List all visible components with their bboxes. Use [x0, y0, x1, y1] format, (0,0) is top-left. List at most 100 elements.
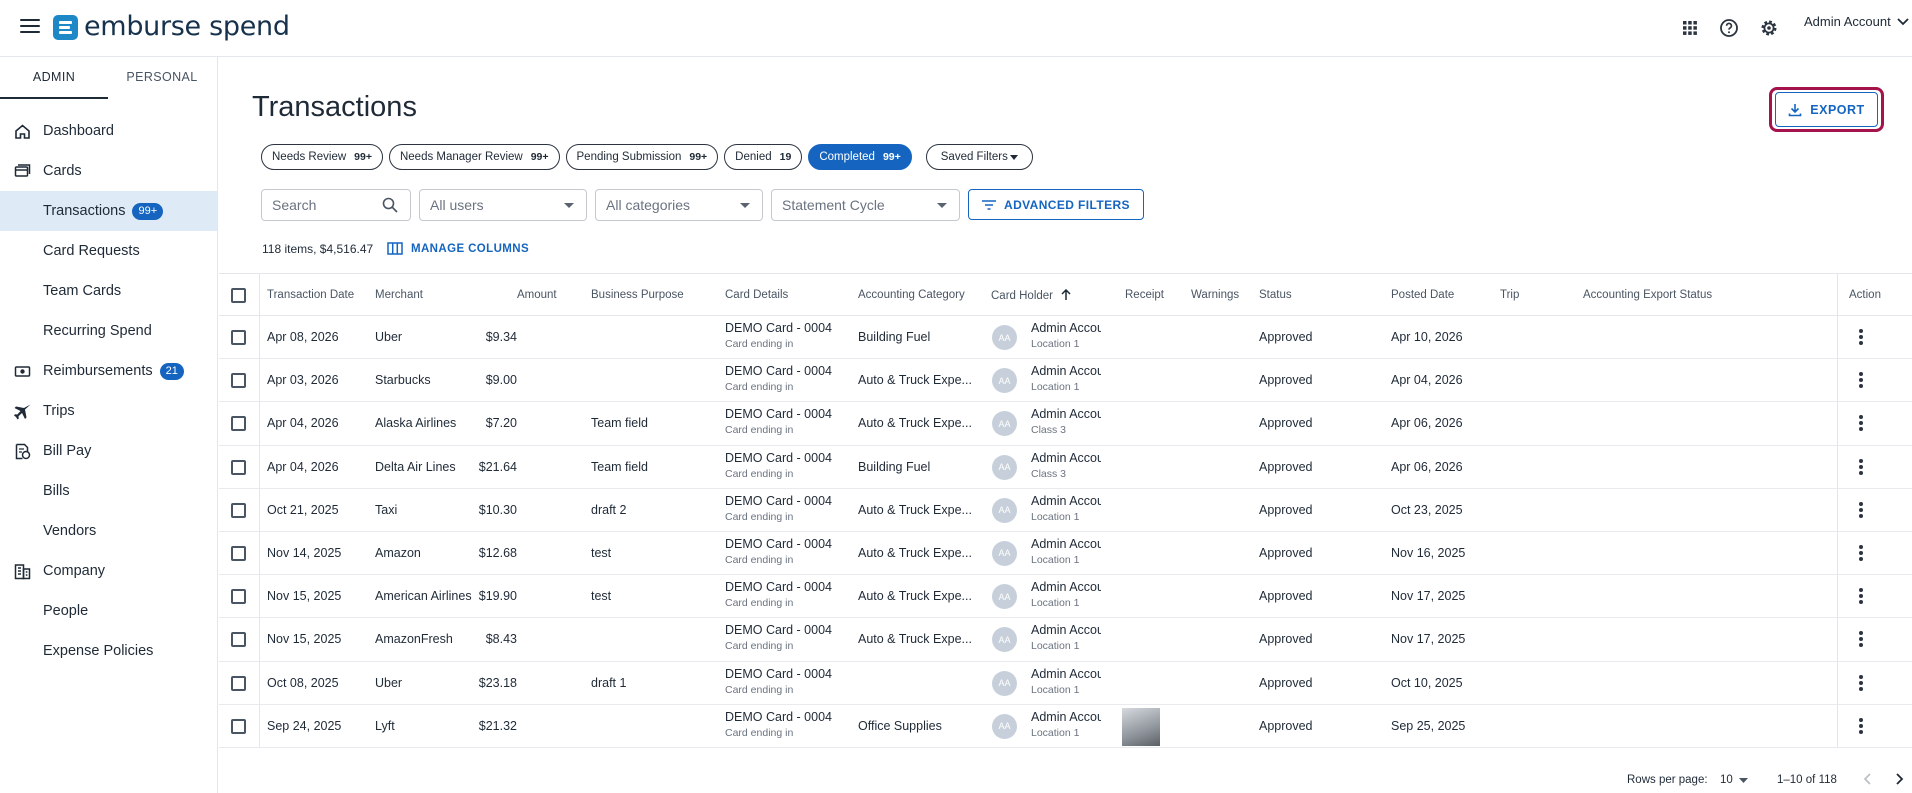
chip-label: Needs Manager Review: [399, 151, 523, 163]
column-divider: [259, 618, 260, 661]
column-header-card-holder[interactable]: Card Holder: [991, 288, 1071, 302]
more-actions-icon[interactable]: [1859, 631, 1863, 648]
chip-count: 99+: [530, 151, 549, 163]
sidebar-item-bill-pay[interactable]: Bill Pay: [0, 431, 217, 471]
row-checkbox[interactable]: [231, 459, 246, 475]
sidebar-item-recurring-spend[interactable]: Recurring Spend: [0, 311, 217, 351]
more-actions-icon[interactable]: [1859, 501, 1863, 518]
receipt-thumbnail[interactable]: [1122, 707, 1160, 746]
chip-needs-manager-review[interactable]: Needs Manager Review 99+: [388, 144, 560, 170]
sidebar-item-vendors[interactable]: Vendors: [0, 511, 217, 551]
row-checkbox[interactable]: [231, 545, 246, 561]
column-header-transaction-date[interactable]: Transaction Date: [267, 289, 354, 301]
more-actions-icon[interactable]: [1859, 717, 1863, 734]
column-header-receipt[interactable]: Receipt: [1125, 289, 1164, 301]
row-checkbox[interactable]: [231, 632, 246, 648]
tab-personal[interactable]: PERSONAL: [108, 57, 216, 99]
sidebar-item-company[interactable]: Company: [0, 551, 217, 591]
sidebar-item-dashboard[interactable]: Dashboard: [0, 111, 217, 151]
cell-business-purpose: Team field: [591, 416, 648, 431]
tab-admin[interactable]: ADMIN: [0, 57, 108, 99]
cell-posted-date: Oct 23, 2025: [1391, 502, 1463, 517]
row-checkbox[interactable]: [231, 330, 246, 345]
sidebar-item-card-requests[interactable]: Card Requests: [0, 231, 217, 271]
sidebar-item-reimbursements[interactable]: Reimbursements 21: [0, 351, 217, 391]
settings-gear-icon[interactable]: [1759, 18, 1779, 38]
column-header-accounting-category[interactable]: Accounting Category: [858, 289, 965, 301]
sidebar-item-team-cards[interactable]: Team Cards: [0, 271, 217, 311]
previous-page-icon[interactable]: [1863, 773, 1873, 785]
categories-select[interactable]: All categories: [595, 189, 763, 221]
more-actions-icon[interactable]: [1859, 415, 1863, 432]
users-select[interactable]: All users: [419, 189, 587, 221]
column-header-warnings[interactable]: Warnings: [1191, 289, 1239, 301]
next-page-icon[interactable]: [1894, 773, 1904, 785]
more-actions-icon[interactable]: [1859, 674, 1863, 691]
column-header-status[interactable]: Status: [1259, 289, 1292, 301]
holder-name: Admin Accour: [1031, 407, 1101, 422]
table-row[interactable]: Apr 03, 2026 Starbucks Auto & Truck Expe..…: [219, 359, 1912, 403]
rows-per-page-select[interactable]: 10: [1716, 770, 1752, 790]
account-name: Admin Account: [1804, 14, 1891, 29]
account-menu[interactable]: Admin Account: [1804, 14, 1909, 29]
table-row[interactable]: Nov 15, 2025 AmazonFresh Auto & Truck Expe…: [219, 618, 1912, 662]
select-all-checkbox[interactable]: [231, 288, 246, 303]
table-row[interactable]: Nov 14, 2025 Amazon test Auto & Truck Expe.…: [219, 531, 1912, 576]
sidebar-item-expense-policies[interactable]: Expense Policies: [0, 631, 217, 671]
more-actions-icon[interactable]: [1859, 588, 1863, 605]
chip-label: Denied: [735, 151, 772, 163]
advanced-filters-button[interactable]: ADVANCED FILTERS: [968, 189, 1144, 220]
row-checkbox[interactable]: [231, 373, 246, 389]
card-name: DEMO Card - 0004: [725, 666, 832, 681]
menu-icon[interactable]: [20, 19, 40, 35]
column-header-accounting-export-status[interactable]: Accounting Export Status: [1583, 289, 1712, 301]
column-header-business-purpose[interactable]: Business Purpose: [591, 289, 684, 301]
chip-completed[interactable]: Completed 99+: [808, 144, 912, 170]
column-header-trip[interactable]: Trip: [1500, 289, 1519, 301]
row-checkbox[interactable]: [231, 589, 246, 605]
column-header-posted-date[interactable]: Posted Date: [1391, 289, 1454, 301]
chip-pending-submission[interactable]: Pending Submission 99+: [565, 144, 719, 170]
row-checkbox[interactable]: [231, 675, 246, 691]
table-row[interactable]: Oct 21, 2025 Taxi draft 2 Auto & Truck Expe…: [219, 488, 1912, 532]
card-name: DEMO Card - 0004: [725, 493, 832, 508]
column-divider: [259, 445, 260, 488]
saved-filters-dropdown[interactable]: Saved Filters: [925, 144, 1033, 170]
chip-denied[interactable]: Denied 19: [724, 144, 803, 170]
sidebar-item-transactions[interactable]: Transactions 99+: [0, 191, 217, 231]
manage-columns-button[interactable]: MANAGE COLUMNS: [387, 242, 529, 255]
sidebar-item-bills[interactable]: Bills: [0, 471, 217, 511]
cell-accounting-category: Auto & Truck Expe...: [858, 416, 972, 431]
statement-cycle-select[interactable]: Statement Cycle: [771, 189, 960, 221]
table-row[interactable]: Sep 24, 2025 Lyft Office Supplies Approved S…: [219, 704, 1912, 748]
sidebar-item-label: Cards: [43, 163, 82, 179]
search-field[interactable]: [261, 189, 411, 221]
search-input[interactable]: [272, 197, 382, 213]
table-row[interactable]: Apr 04, 2026 Delta Air Lines Team field Bui…: [219, 445, 1912, 489]
more-actions-icon[interactable]: [1859, 372, 1863, 389]
table-row[interactable]: Oct 08, 2025 Uber draft 1 Approved Oct 10, 2…: [219, 661, 1912, 705]
row-checkbox[interactable]: [231, 718, 246, 734]
export-button[interactable]: EXPORT: [1775, 92, 1878, 127]
more-actions-icon[interactable]: [1859, 544, 1863, 561]
column-header-card-details[interactable]: Card Details: [725, 289, 788, 301]
chip-needs-review[interactable]: Needs Review 99+: [261, 144, 383, 170]
column-header-merchant[interactable]: Merchant: [375, 289, 423, 301]
table-row[interactable]: Nov 15, 2025 American Airlines test Auto & …: [219, 575, 1912, 619]
more-actions-icon[interactable]: [1859, 458, 1863, 475]
row-checkbox[interactable]: [231, 416, 246, 432]
column-divider: [259, 488, 260, 531]
sidebar-item-people[interactable]: People: [0, 591, 217, 631]
row-checkbox[interactable]: [231, 502, 246, 518]
sidebar-item-cards[interactable]: Cards: [0, 151, 217, 191]
apps-grid-icon[interactable]: [1680, 18, 1700, 38]
cell-card-holder: Admin Accour Location 1: [1031, 364, 1101, 393]
column-header-amount[interactable]: Amount: [517, 289, 557, 301]
card-name: DEMO Card - 0004: [725, 407, 832, 422]
more-actions-icon[interactable]: [1859, 329, 1863, 345]
help-icon[interactable]: [1719, 18, 1739, 38]
table-row[interactable]: Apr 04, 2026 Alaska Airlines Team field Aut…: [219, 402, 1912, 446]
table-row[interactable]: Apr 08, 2026 Uber Building Fuel Approved Apr…: [219, 316, 1912, 360]
sidebar-item-trips[interactable]: Trips: [0, 391, 217, 431]
sidebar-item-label: Bills: [43, 483, 70, 499]
